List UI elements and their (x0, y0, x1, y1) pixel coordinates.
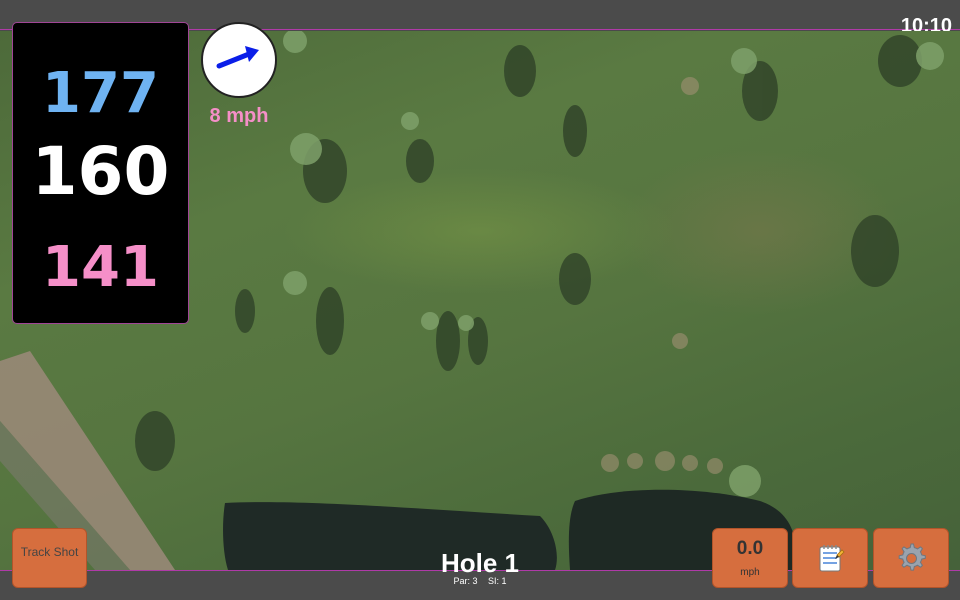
center-distance: 160 (31, 133, 170, 210)
par-label: Par: 3 (453, 576, 478, 586)
stroke-index-label: SI: 1 (488, 576, 507, 586)
notes-button[interactable] (792, 528, 868, 588)
settings-button[interactable] (873, 528, 949, 588)
wind-unit: mph (740, 567, 760, 578)
hole-title: Hole 1 (440, 548, 520, 578)
front-distance: 141 (42, 235, 159, 300)
track-shot-label: Track Shot (20, 545, 79, 559)
wind-speed-label: 8 mph (209, 105, 269, 127)
hole-meta: Par: 3 SI: 1 (380, 576, 580, 586)
notepad-icon (819, 545, 845, 572)
wind-arrow-icon (216, 46, 259, 69)
distance-panel: 177 160 141 (12, 22, 189, 324)
wind-input-button[interactable]: 0.0 mph (712, 528, 788, 588)
back-distance: 177 (42, 61, 159, 126)
wind-direction-dial (201, 22, 277, 98)
wind-value: 0.0 (736, 538, 764, 559)
gear-icon (898, 543, 926, 571)
track-shot-button[interactable]: Track Shot (12, 528, 87, 588)
